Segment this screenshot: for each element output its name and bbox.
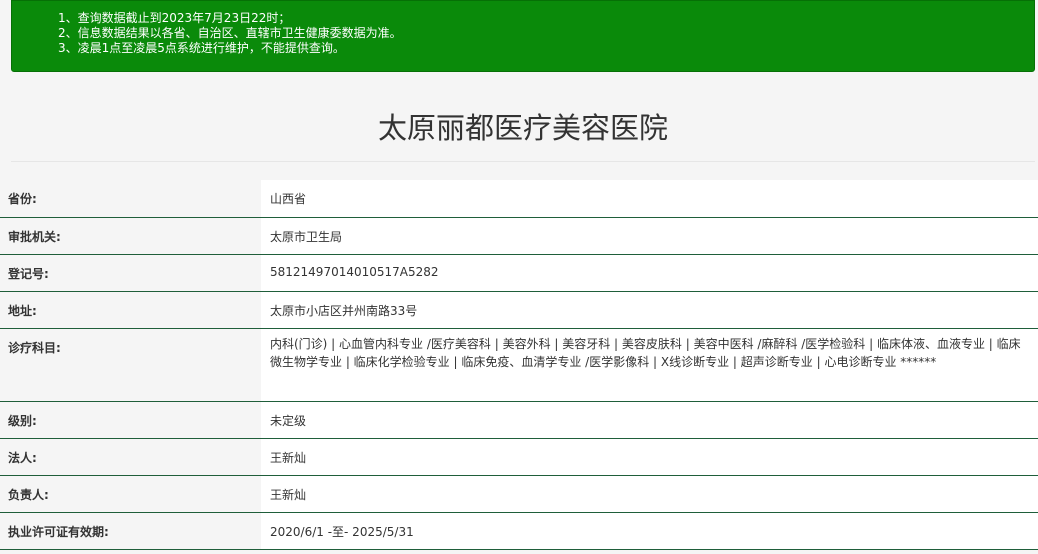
table-row: 登记号: 58121497014010517A5282 xyxy=(0,254,1038,292)
title-section: 太原丽都医疗美容医院 xyxy=(11,72,1035,162)
row-label-level: 级别: xyxy=(0,401,261,439)
row-label-address: 地址: xyxy=(0,291,261,329)
row-value-level: 未定级 xyxy=(261,401,1038,439)
row-value-license-validity: 2020/6/1 -至- 2025/5/31 xyxy=(261,512,1038,550)
row-value-registration-number: 58121497014010517A5282 xyxy=(261,254,1038,292)
row-label-license-validity: 执业许可证有效期: xyxy=(0,512,261,550)
table-row: 省份: 山西省 xyxy=(0,180,1038,218)
table-row: 地址: 太原市小店区并州南路33号 xyxy=(0,291,1038,329)
row-value-person-in-charge: 王新灿 xyxy=(261,475,1038,513)
notice-banner: 1、查询数据截止到2023年7月23日22时； 2、信息数据结果以各省、自治区、… xyxy=(11,0,1035,72)
notice-line: 2、信息数据结果以各省、自治区、直辖市卫生健康委数据为准。 xyxy=(58,26,402,40)
table-row: 级别: 未定级 xyxy=(0,401,1038,439)
row-value-approval-authority: 太原市卫生局 xyxy=(261,217,1038,255)
row-label-person-in-charge: 负责人: xyxy=(0,475,261,513)
row-label-legal-person: 法人: xyxy=(0,438,261,476)
row-label-province: 省份: xyxy=(0,180,261,218)
table-row: 审批机关: 太原市卫生局 xyxy=(0,217,1038,255)
page-title: 太原丽都医疗美容医院 xyxy=(377,111,668,145)
notice-line: 1、查询数据截止到2023年7月23日22时； xyxy=(58,11,291,25)
row-label-departments: 诊疗科目: xyxy=(0,328,261,402)
row-value-legal-person: 王新灿 xyxy=(261,438,1038,476)
row-value-province: 山西省 xyxy=(261,180,1038,218)
table-row: 法人: 王新灿 xyxy=(0,438,1038,476)
notice-line: 3、凌晨1点至凌晨5点系统进行维护，不能提供查询。 xyxy=(58,41,345,55)
row-label-approval-authority: 审批机关: xyxy=(0,217,261,255)
row-value-departments: 内科(门诊) | 心血管内科专业 /医疗美容科 | 美容外科 | 美容牙科 | … xyxy=(261,328,1038,402)
table-row: 执业许可证有效期: 2020/6/1 -至- 2025/5/31 xyxy=(0,512,1038,550)
row-value-address: 太原市小店区并州南路33号 xyxy=(261,291,1038,329)
hospital-info-table: 省份: 山西省 审批机关: 太原市卫生局 登记号: 58121497014010… xyxy=(0,180,1038,550)
table-row: 诊疗科目: 内科(门诊) | 心血管内科专业 /医疗美容科 | 美容外科 | 美… xyxy=(0,328,1038,402)
row-label-registration-number: 登记号: xyxy=(0,254,261,292)
table-row: 负责人: 王新灿 xyxy=(0,475,1038,513)
